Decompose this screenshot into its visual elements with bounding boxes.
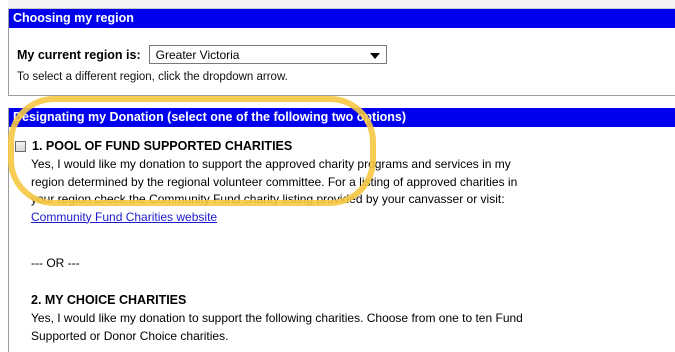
option-pool-of-fund: 1. POOL OF FUND SUPPORTED CHARITIES Yes,… bbox=[15, 138, 665, 226]
region-panel: Choosing my region My current region is:… bbox=[8, 9, 675, 96]
region-dropdown-value: Greater Victoria bbox=[155, 47, 240, 62]
option1-text-line: your region check the Community Fund cha… bbox=[31, 192, 505, 206]
option1-text-line: Yes, I would like my donation to support… bbox=[31, 157, 511, 171]
option2-text-line: Supported or Donor Choice charities. bbox=[31, 328, 229, 343]
option1-text-line: region determined by the regional volunt… bbox=[31, 174, 518, 189]
region-section-header: Choosing my region bbox=[9, 9, 675, 28]
region-label: My current region is: bbox=[17, 47, 141, 62]
region-hint: To select a different region, click the … bbox=[17, 71, 288, 83]
option1-title-row: 1. POOL OF FUND SUPPORTED CHARITIES bbox=[15, 138, 665, 154]
donation-panel: Designating my Donation (select one of t… bbox=[8, 108, 675, 352]
dropdown-arrow-icon[interactable] bbox=[369, 53, 380, 59]
top-strip bbox=[8, 0, 675, 9]
option2-text-line: Yes, I would like my donation to support… bbox=[31, 311, 523, 325]
or-separator: --- OR --- bbox=[31, 256, 80, 270]
option1-description: Yes, I would like my donation to support… bbox=[31, 156, 665, 226]
form-frame: Choosing my region My current region is:… bbox=[8, 0, 675, 352]
option2-description: Yes, I would like my donation to support… bbox=[31, 310, 671, 345]
community-fund-link[interactable]: Community Fund Charities website bbox=[31, 210, 217, 224]
donation-section-header: Designating my Donation (select one of t… bbox=[9, 108, 675, 127]
option-my-choice: 2. MY CHOICE CHARITIES Yes, I would like… bbox=[31, 292, 671, 345]
option2-title: 2. MY CHOICE CHARITIES bbox=[31, 293, 187, 307]
option1-checkbox[interactable] bbox=[15, 140, 26, 152]
option1-title: 1. POOL OF FUND SUPPORTED CHARITIES bbox=[32, 139, 293, 153]
region-dropdown[interactable]: Greater Victoria bbox=[148, 45, 387, 64]
region-row: My current region is: Greater Victoria bbox=[17, 45, 387, 64]
